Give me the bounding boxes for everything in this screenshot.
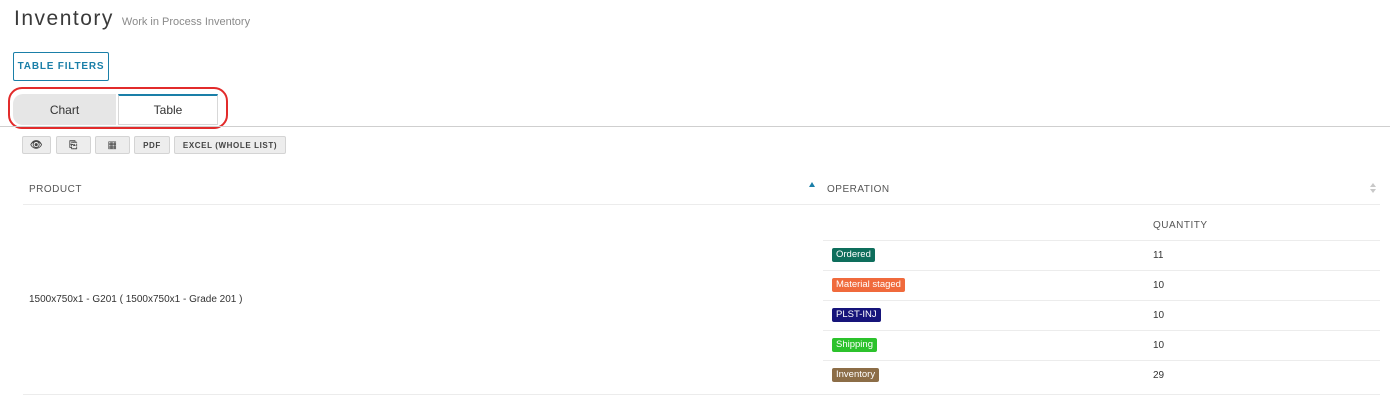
column-header-operation[interactable]: OPERATION — [827, 184, 890, 195]
row-divider — [823, 360, 1380, 361]
tab-chart-label: Chart — [49, 102, 80, 117]
row-divider — [823, 300, 1380, 301]
tab-chart[interactable]: Chart — [13, 94, 116, 125]
columns-icon: ▦ — [107, 139, 118, 151]
subheader-divider — [823, 240, 1380, 241]
tab-table[interactable]: Table — [118, 94, 218, 125]
header-divider — [23, 204, 1380, 205]
sort-ascending-icon[interactable] — [809, 182, 815, 187]
table-bottom-divider — [23, 394, 1380, 395]
copy-button[interactable]: ⎘ — [56, 136, 91, 154]
quantity-material-staged: 10 — [1153, 280, 1165, 291]
tab-table-label: Table — [153, 103, 183, 117]
export-pdf-label: PDF — [143, 140, 161, 150]
page-subtitle: Work in Process Inventory — [121, 16, 251, 28]
row-divider — [823, 270, 1380, 271]
column-header-product[interactable]: PRODUCT — [29, 184, 82, 195]
quantity-ordered: 11 — [1153, 250, 1164, 261]
status-badge-inventory: Inventory — [832, 368, 880, 382]
tabs-divider — [0, 126, 1390, 127]
eye-icon: 👁 — [29, 139, 44, 151]
status-badge-ordered: Ordered — [832, 248, 875, 262]
column-header-quantity[interactable]: QUANTITY — [1153, 220, 1208, 231]
columns-button[interactable]: ▦ — [95, 136, 130, 154]
page-title: Inventory — [14, 7, 114, 30]
column-visibility-button[interactable]: 👁 — [22, 136, 51, 154]
quantity-plst-inj: 10 — [1153, 310, 1165, 321]
quantity-inventory: 29 — [1153, 370, 1165, 381]
table-filters-button[interactable]: TABLE FILTERS — [13, 52, 109, 81]
page-header: Inventory Work in Process Inventory — [14, 7, 250, 31]
page: Inventory Work in Process Inventory TABL… — [0, 0, 1396, 400]
sort-icon[interactable] — [1370, 183, 1377, 195]
status-badge-material-staged: Material staged — [832, 278, 905, 292]
product-cell: 1500x750x1 - G201 ( 1500x750x1 - Grade 2… — [29, 294, 243, 305]
copy-icon: ⎘ — [69, 139, 78, 151]
export-excel-label: EXCEL (WHOLE LIST) — [182, 140, 278, 150]
row-divider — [823, 330, 1380, 331]
export-pdf-button[interactable]: PDF — [134, 136, 170, 154]
status-badge-shipping: Shipping — [832, 338, 877, 352]
export-excel-button[interactable]: EXCEL (WHOLE LIST) — [174, 136, 286, 154]
quantity-shipping: 10 — [1153, 340, 1165, 351]
status-badge-plst-inj: PLST-INJ — [832, 308, 881, 322]
